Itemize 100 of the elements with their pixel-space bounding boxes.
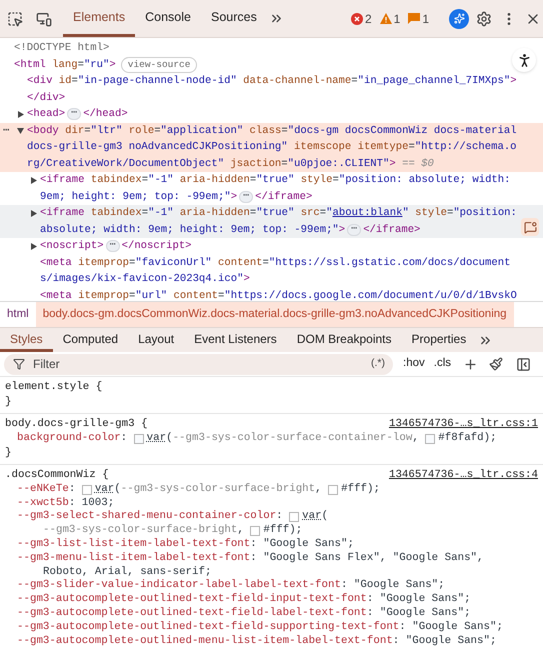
color-swatch[interactable]: [250, 526, 260, 536]
property-name: --gm3-menu-list-item-label-text-font: [17, 552, 250, 566]
code-text: absolute; width: 9em; height: 9em; top: -99em;">: [40, 222, 346, 238]
code-text: </iframe>: [363, 222, 420, 238]
ellipsis-button[interactable]: ⋯: [239, 190, 254, 203]
code-text: <meta itemprop="faviconUrl" content="https://ssl.gstatic.com/docs/document: [40, 256, 510, 270]
property-name: --gm3-autocomplete-outlined-menu-list-item-label-text-font: [17, 634, 393, 648]
code-text: docs-grille-gm3 noAdvancedCJKPositioning" itemscope itemtype="http://schema.o: [27, 140, 517, 155]
color-swatch[interactable]: [328, 484, 338, 495]
node-menu-dots[interactable]: ⋯: [3, 122, 10, 139]
sidebar-tab[interactable]: Computed: [52, 328, 128, 352]
code-text: <noscript>: [40, 239, 104, 254]
property-name: --gm3-autocomplete-outlined-text-field-supporting-text-font: [17, 620, 400, 635]
code-text: <iframe tabindex="-1" aria-hidden="true" style="position: absolute; width:: [40, 173, 511, 188]
panel-tab[interactable]: Sources: [200, 0, 267, 37]
code-text: </head>: [83, 107, 128, 122]
add-rule-icon[interactable]: [463, 356, 478, 372]
property-value: : "Google Sans";: [340, 579, 445, 593]
issue-count: 1: [422, 10, 429, 28]
code-text: <!DOCTYPE html>: [14, 41, 110, 56]
color-swatch[interactable]: [289, 512, 300, 522]
property-value: var(--gm3-sys-color-surface-bright,: [94, 482, 323, 497]
breadcrumb[interactable]: html: [0, 302, 36, 327]
sidebar-tab[interactable]: Properties: [402, 328, 476, 352]
collapsed-triangle-icon[interactable]: [18, 110, 24, 118]
panel-tab[interactable]: Console: [135, 0, 201, 37]
issue-count: 2: [364, 10, 372, 28]
code-text: <head>: [27, 107, 66, 122]
device-toolbar-icon[interactable]: [35, 10, 53, 26]
property-value: :: [68, 482, 76, 497]
code-text: 9em; height: 9em; top: -99em;">: [40, 190, 238, 204]
code-text: </noscript>: [122, 239, 192, 254]
code-text: <html lang="ru">: [14, 58, 116, 72]
property-name: --xwct5b: [17, 496, 69, 510]
breadcrumb[interactable]: body.docs-gm.docsCommonWiz.docs-material.docs-grille-gm3.noAdvancedCJKPositioning: [36, 302, 514, 327]
property-value: : 1003;: [68, 496, 114, 510]
code-text: </div>: [27, 92, 66, 104]
expanded-triangle-icon[interactable]: [17, 128, 24, 134]
rule-selector: body.docs-grille-gm3 {: [5, 417, 148, 432]
color-swatch[interactable]: [82, 484, 92, 495]
property-value: : "Google Sans";: [250, 538, 354, 552]
property-value: #fff);: [341, 482, 380, 497]
rule-closing-brace: }: [5, 446, 12, 461]
rule-selector: element.style {: [5, 380, 102, 395]
hover-state-button[interactable]: :hov: [403, 355, 425, 373]
property-name: --gm3-list-list-item-label-text-font: [17, 538, 250, 552]
code-text: rg/CreativeWork/DocumentObject" jsaction="u0pjoe:.CLIENT"> == $0: [27, 156, 434, 172]
rule-closing-brace: }: [5, 395, 12, 410]
color-swatch[interactable]: [425, 434, 436, 444]
collapsed-triangle-icon[interactable]: [31, 176, 37, 184]
property-value: --gm3-sys-color-surface-bright,: [43, 524, 245, 538]
link[interactable]: about:blank: [332, 207, 402, 219]
property-value: : "Google Sans";: [392, 634, 496, 648]
settings-icon[interactable]: [476, 10, 492, 26]
sidebar-tab[interactable]: Event Listeners: [184, 328, 287, 352]
filter-field[interactable]: Filter (.*): [4, 354, 393, 374]
ai-assistance-icon[interactable]: [449, 8, 469, 28]
property-name: --gm3-autocomplete-outlined-text-field-input-text-font: [17, 593, 367, 607]
code-text: <iframe tabindex="-1" aria-hidden="true" src="about:blank" style="position:: [40, 206, 517, 221]
property-value: :: [120, 432, 128, 446]
property-name: --eNKeTe: [17, 482, 69, 497]
code-text: <div id="in-page-channel-node-id" data-channel-name="in_page_channel_7IMXps">: [27, 74, 517, 89]
collapsed-triangle-icon[interactable]: [31, 242, 37, 250]
property-name: --gm3-select-shared-menu-container-color: [17, 510, 276, 524]
dom-tree-row[interactable]: [0, 122, 543, 172]
property-name: --gm3-autocomplete-outlined-text-field-label-text-font: [17, 606, 367, 621]
stylesheet-link[interactable]: 1346574736-…s_ltr.css:4: [388, 468, 538, 483]
inspect-element-icon[interactable]: [6, 10, 24, 26]
sidebar-tab[interactable]: Layout: [128, 328, 184, 352]
classes-button[interactable]: .cls: [434, 355, 451, 373]
property-value: : "Google Sans";: [366, 606, 471, 621]
filter-icon: [13, 358, 25, 370]
code-text: <body dir="ltr" role="application" class="docs-gm docsCommonWiz docs-material: [27, 124, 517, 138]
toggle-sidebar-icon[interactable]: [516, 356, 531, 372]
collapsed-triangle-icon[interactable]: [31, 210, 37, 217]
dom-tree-row[interactable]: <iframe tabindex="-1" aria-hidden="true" src="about:blank" style="position: absolute; width: 9em; height: 9em; top: -99em;"> ⋯ </iframe>: [0, 205, 543, 238]
color-swatch[interactable]: [134, 434, 144, 444]
error-icon: [350, 12, 363, 24]
property-value: :: [276, 510, 284, 524]
code-text: <meta itemprop="url" content="https://docs.google.com/document/u/0/d/1BvskO: [40, 288, 517, 301]
message-icon[interactable]: [521, 218, 539, 236]
property-value: #fff);: [263, 524, 302, 538]
ellipsis-button[interactable]: ⋯: [106, 240, 120, 252]
property-value: : "Google Sans";: [399, 620, 503, 635]
regex-toggle[interactable]: (.*): [371, 356, 385, 372]
stylesheet-link[interactable]: 1346574736-…s_ltr.css:1: [388, 417, 538, 432]
sidebar-tab[interactable]: DOM Breakpoints: [286, 328, 402, 352]
property-value: var(--gm3-sys-color-surface-container-low,: [146, 432, 420, 446]
property-value: Roboto, Arial, sans-serif;: [43, 566, 212, 579]
rule-selector: .docsCommonWiz {: [5, 468, 109, 483]
panel-tab[interactable]: Elements: [63, 0, 136, 37]
ellipsis-button[interactable]: ⋯: [67, 108, 82, 120]
warning-icon: [380, 13, 392, 24]
message-icon: [408, 13, 420, 24]
filter-input[interactable]: Filter: [33, 355, 371, 373]
ellipsis-button[interactable]: ⋯: [347, 224, 362, 236]
property-value: var(: [302, 510, 328, 524]
code-text: </iframe>: [255, 190, 312, 204]
property-value: #f8fafd);: [438, 432, 497, 446]
paintbrush-icon[interactable]: [489, 357, 503, 371]
